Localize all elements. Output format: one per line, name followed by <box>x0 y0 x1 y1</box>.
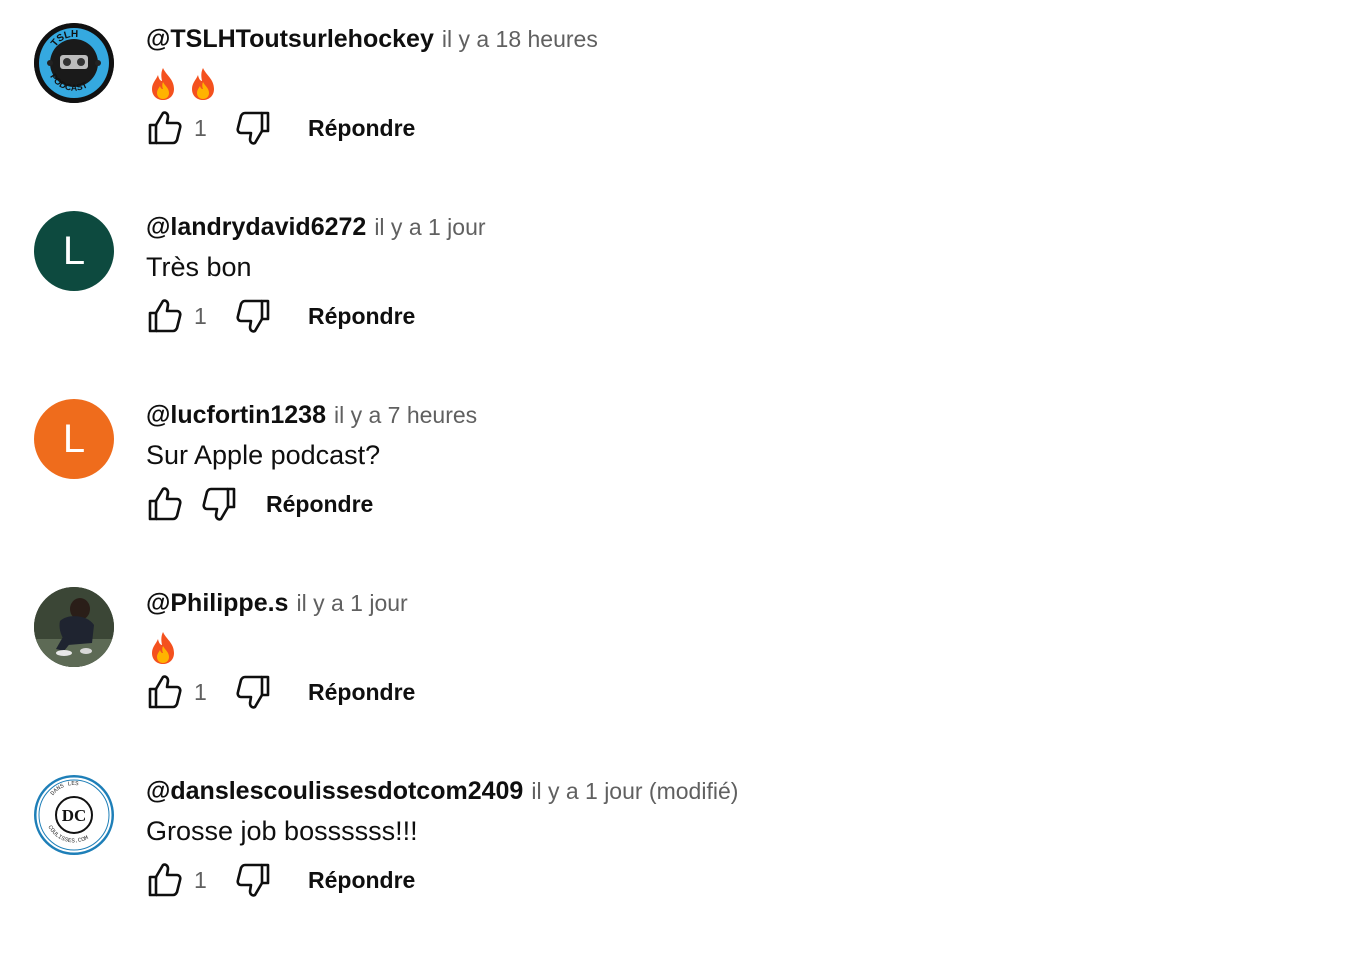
avatar[interactable]: TSLH PODCAST <box>34 23 114 103</box>
reply-button[interactable]: Répondre <box>308 303 415 330</box>
comment-timestamp[interactable]: il y a 1 jour (modifié) <box>531 778 738 805</box>
avatar-letter: L <box>62 417 86 461</box>
comment-actions: 1 Répondre <box>140 104 415 152</box>
comment-timestamp[interactable]: il y a 1 jour <box>296 590 407 617</box>
profile-photo-icon <box>34 587 114 667</box>
like-count: 1 <box>194 866 207 893</box>
comment-author[interactable]: @danslescoulissesdotcom2409 <box>146 777 523 806</box>
comment-actions: 1 Répondre <box>140 668 415 716</box>
like-button[interactable] <box>140 480 188 528</box>
avatar[interactable]: L <box>34 211 114 291</box>
comment-item: @Philippe.s il y a 1 jour 1 Répondre <box>0 564 1354 752</box>
like-button[interactable] <box>140 856 188 904</box>
dislike-button[interactable] <box>230 668 278 716</box>
avatar-letter: L <box>62 229 86 273</box>
avatar[interactable] <box>34 587 114 667</box>
thumbs-up-icon <box>148 299 182 333</box>
comment-body: Sur Apple podcast? <box>146 440 381 470</box>
like-button[interactable] <box>140 292 188 340</box>
comment-body: Grosse job bossssss!!! <box>146 816 418 846</box>
like-count: 1 <box>194 678 207 705</box>
thumbs-down-icon <box>236 675 270 709</box>
comment-body: Très bon <box>146 252 252 282</box>
comment-author[interactable]: @Philippe.s <box>146 589 288 618</box>
thumbs-up-icon <box>148 111 182 145</box>
comment-author[interactable]: @landrydavid6272 <box>146 213 366 242</box>
comment-item: L @landrydavid6272 il y a 1 jour Très bo… <box>0 188 1354 376</box>
fire-emoji-icon <box>192 68 214 100</box>
svg-text:DC: DC <box>62 806 87 825</box>
avatar[interactable]: L <box>34 399 114 479</box>
thumbs-down-icon <box>236 299 270 333</box>
comments-list: TSLH PODCAST @TSLHToutsurlehockey il y a… <box>0 0 1354 958</box>
like-button[interactable] <box>140 668 188 716</box>
thumbs-up-icon <box>148 675 182 709</box>
avatar[interactable]: DC DANS LES COULISSES.COM <box>34 775 114 855</box>
fire-emoji-icon <box>152 632 174 664</box>
comment-actions: 1 Répondre <box>140 856 415 904</box>
like-count: 1 <box>194 114 207 141</box>
like-button[interactable] <box>140 104 188 152</box>
comment-body <box>148 630 178 666</box>
dans-les-coulisses-logo-icon: DC DANS LES COULISSES.COM <box>34 775 114 855</box>
comment-timestamp[interactable]: il y a 18 heures <box>442 26 598 53</box>
comment-author[interactable]: @lucfortin1238 <box>146 401 326 430</box>
reply-button[interactable]: Répondre <box>308 679 415 706</box>
reply-button[interactable]: Répondre <box>266 491 373 518</box>
comment-actions: Répondre <box>140 480 373 528</box>
comment-author[interactable]: @TSLHToutsurlehockey <box>146 25 434 54</box>
dislike-button[interactable] <box>230 104 278 152</box>
comment-timestamp[interactable]: il y a 1 jour <box>374 214 485 241</box>
like-count: 1 <box>194 302 207 329</box>
thumbs-down-icon <box>202 487 236 521</box>
thumbs-down-icon <box>236 111 270 145</box>
comment-item: DC DANS LES COULISSES.COM @danslescoulis… <box>0 752 1354 940</box>
reply-button[interactable]: Répondre <box>308 867 415 894</box>
comment-timestamp[interactable]: il y a 7 heures <box>334 402 477 429</box>
thumbs-up-icon <box>148 487 182 521</box>
fire-emoji-icon <box>152 68 174 100</box>
thumbs-up-icon <box>148 863 182 897</box>
comment-item: L @lucfortin1238 il y a 7 heures Sur App… <box>0 376 1354 564</box>
comment-actions: 1 Répondre <box>140 292 415 340</box>
reply-button[interactable]: Répondre <box>308 115 415 142</box>
dislike-button[interactable] <box>230 856 278 904</box>
comment-item: TSLH PODCAST @TSLHToutsurlehockey il y a… <box>0 0 1354 188</box>
thumbs-down-icon <box>236 863 270 897</box>
dislike-button[interactable] <box>230 292 278 340</box>
comment-body <box>148 66 218 102</box>
dislike-button[interactable] <box>196 480 244 528</box>
tslh-podcast-logo-icon: TSLH PODCAST <box>34 23 114 103</box>
